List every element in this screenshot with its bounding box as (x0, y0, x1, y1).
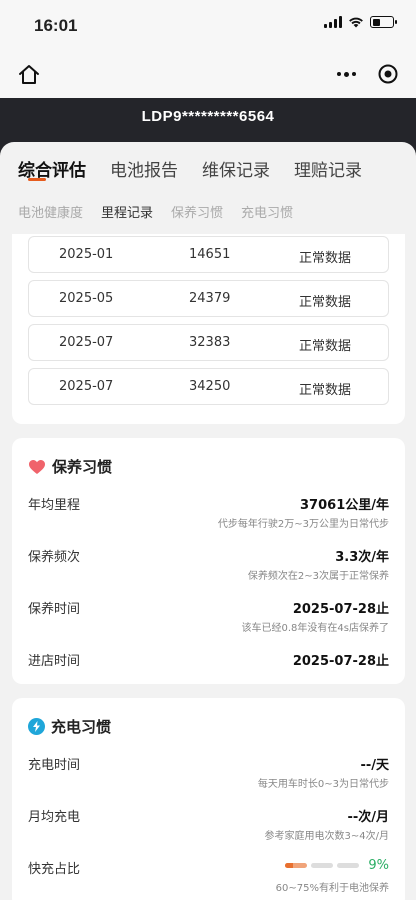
section-title: 充电习惯 (28, 716, 111, 737)
table-row: 2025-01 14651 正常数据 (28, 236, 389, 273)
record-date: 2025-01 (59, 247, 114, 262)
subtab-charging-habits[interactable]: 充电习惯 (241, 202, 293, 221)
wifi-icon (349, 17, 363, 28)
info-value: 2025-07-28止 (292, 602, 389, 617)
status-time: 16:01 (34, 16, 78, 35)
record-status: 正常数据 (299, 251, 352, 266)
record-date: 2025-05 (59, 291, 114, 306)
info-note: 每天用车时长0~3为日常代步 (257, 779, 389, 790)
more-icon[interactable] (332, 60, 360, 88)
info-note: 参考家庭用电次数3~4次/月 (264, 831, 389, 842)
info-note: 60~75%有利于电池保养 (275, 883, 389, 894)
fast-charge-progress (285, 863, 359, 868)
tab-maintenance-records[interactable]: 维保记录 (202, 156, 270, 181)
record-status: 正常数据 (299, 295, 352, 310)
info-value: 2025-07-28止 (292, 654, 389, 669)
record-mileage: 24379 (189, 291, 231, 306)
lightning-icon (28, 718, 45, 735)
main-tabs: 综合评估 电池报告 维保记录 理赔记录 (18, 156, 362, 181)
heart-icon (29, 459, 45, 474)
info-value: --/天 (360, 758, 389, 773)
record-date: 2025-07 (59, 335, 114, 350)
info-note: 保养频次在2~3次属于正常保养 (247, 571, 389, 582)
info-note: 该车已经0.8年没有在4s店保养了 (241, 623, 389, 634)
maintenance-title: 保养习惯 (52, 458, 113, 476)
info-label: 进店时间 (28, 654, 81, 669)
info-value: 9% (368, 858, 389, 873)
charging-habits-card: 充电习惯 充电时间 --/天 每天用车时长0~3为日常代步 月均充电 --次/月… (12, 698, 405, 900)
subtab-mileage[interactable]: 里程记录 (101, 202, 153, 221)
record-mileage: 34250 (189, 379, 231, 394)
vin-number: LDP9*********6564 (141, 108, 275, 125)
record-mileage: 14651 (189, 247, 231, 262)
record-mileage: 32383 (189, 335, 231, 350)
nav-bar (0, 52, 416, 98)
mileage-card: 2025-01 14651 正常数据 2025-05 24379 正常数据 20… (12, 234, 405, 424)
home-icon[interactable] (16, 62, 42, 88)
section-title: 保养习惯 (28, 456, 112, 477)
info-label: 保养时间 (28, 602, 81, 617)
maintenance-habits-card: 保养习惯 年均里程 37061公里/年 代步每年行驶2万~3万公里为日常代步 保… (12, 438, 405, 684)
battery-icon (370, 16, 397, 28)
signal-icon (324, 16, 342, 28)
record-status: 正常数据 (299, 339, 352, 354)
info-label: 快充占比 (28, 862, 81, 877)
info-note: 代步每年行驶2万~3万公里为日常代步 (217, 519, 389, 530)
info-value: 37061公里/年 (300, 498, 389, 513)
info-value: 3.3次/年 (335, 550, 389, 565)
table-row: 2025-07 34250 正常数据 (28, 368, 389, 405)
info-label: 年均里程 (28, 498, 81, 513)
tab-battery-report[interactable]: 电池报告 (110, 156, 178, 181)
info-value: --次/月 (347, 810, 389, 825)
status-icons (324, 16, 397, 28)
tab-claim-records[interactable]: 理赔记录 (294, 156, 362, 181)
subtab-battery-health[interactable]: 电池健康度 (18, 202, 83, 221)
info-label: 保养频次 (28, 550, 81, 565)
nav-capsule (332, 60, 402, 88)
subtab-maintenance-habits[interactable]: 保养习惯 (171, 202, 223, 221)
close-icon[interactable] (374, 60, 402, 88)
status-bar: 16:01 (0, 0, 416, 52)
record-date: 2025-07 (59, 379, 114, 394)
table-row: 2025-07 32383 正常数据 (28, 324, 389, 361)
info-label: 充电时间 (28, 758, 81, 773)
charging-title: 充电习惯 (51, 718, 112, 736)
table-row: 2025-05 24379 正常数据 (28, 280, 389, 317)
record-status: 正常数据 (299, 383, 352, 398)
active-tab-indicator (28, 178, 46, 181)
sub-tabs: 电池健康度 里程记录 保养习惯 充电习惯 (18, 202, 293, 221)
info-label: 月均充电 (28, 810, 81, 825)
report-content: 综合评估 电池报告 维保记录 理赔记录 电池健康度 里程记录 保养习惯 充电习惯… (0, 142, 416, 900)
